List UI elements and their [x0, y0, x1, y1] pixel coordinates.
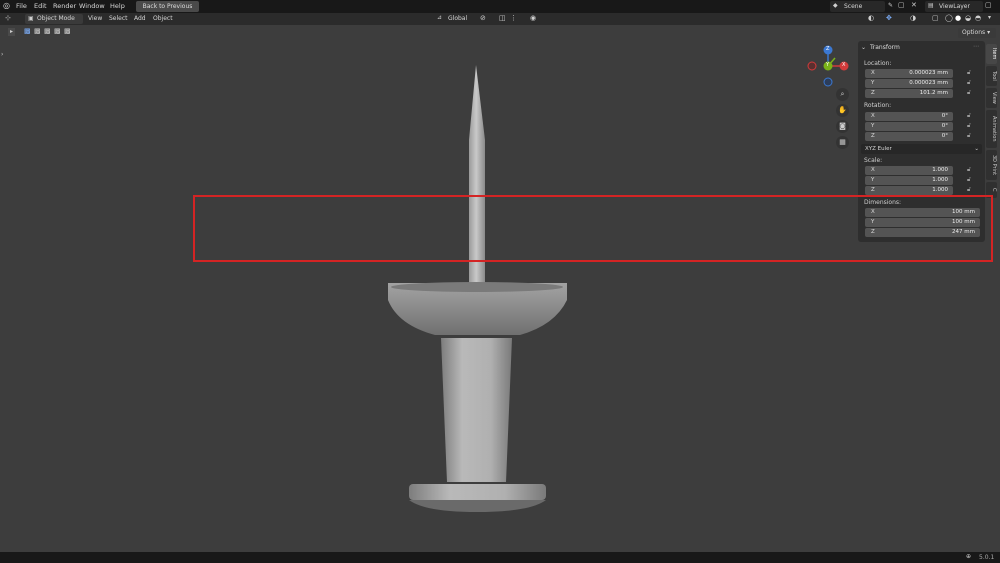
chevron-down-icon: ⌄ [974, 146, 979, 152]
gizmo-x-label: X [842, 62, 846, 68]
transform-header[interactable]: Transform [870, 44, 900, 51]
lock-icon[interactable]: 🔓︎ [967, 112, 971, 120]
location-z-field[interactable]: Z 101.2 mm [865, 89, 953, 98]
zoom-icon[interactable]: ⌕ [836, 88, 849, 101]
rotation-x-axis: X [871, 113, 875, 119]
location-label: Location: [864, 60, 892, 67]
scale-y-value: 1.000 [932, 177, 948, 183]
rotation-z-axis: Z [871, 133, 875, 139]
gizmo-z-label: Z [826, 46, 830, 52]
grid-view-icon[interactable]: ▦ [836, 136, 849, 149]
scale-y-axis: Y [871, 177, 875, 183]
rotation-y-axis: Y [871, 123, 875, 129]
scale-z-value: 1.000 [932, 187, 948, 193]
scale-z-axis: Z [871, 187, 875, 193]
scale-x-value: 1.000 [932, 167, 948, 173]
lock-icon[interactable]: 🔓︎ [967, 176, 971, 184]
location-x-value: 0.000023 mm [909, 70, 948, 76]
location-x-axis: X [871, 70, 875, 76]
version-label: 5.0.1 [979, 554, 995, 561]
scale-label: Scale: [864, 157, 883, 164]
lock-icon[interactable]: 🔓︎ [967, 69, 971, 77]
lock-icon[interactable]: 🔓︎ [967, 186, 971, 194]
camera-view-icon[interactable]: ◙ [836, 120, 849, 133]
tab-item[interactable]: Item [986, 44, 997, 64]
lock-icon[interactable]: 🔓︎ [967, 166, 971, 174]
scale-x-field[interactable]: X 1.000 [865, 166, 953, 175]
rotation-z-value: 0° [941, 133, 948, 139]
pan-hand-icon[interactable]: ✋ [836, 104, 849, 117]
gizmo-y-label: Y [826, 62, 830, 68]
rotation-x-field[interactable]: X 0° [865, 112, 953, 121]
rotation-z-field[interactable]: Z 0° [865, 132, 953, 141]
lock-icon[interactable]: 🔓︎ [967, 79, 971, 87]
location-y-value: 0.000023 mm [909, 80, 948, 86]
lock-icon[interactable]: 🔓︎ [967, 122, 971, 130]
rotation-mode-dropdown[interactable]: XYZ Euler ⌄ [861, 144, 982, 154]
location-y-axis: Y [871, 80, 875, 86]
location-x-field[interactable]: X 0.000023 mm [865, 69, 953, 78]
tab-tool[interactable]: Tool [986, 66, 997, 86]
n-panel-tabs: Item Tool View Animation 3D Print C [986, 41, 998, 201]
status-bar: ⊕ 5.0.1 [0, 552, 1000, 563]
location-z-value: 101.2 mm [919, 90, 948, 96]
location-y-field[interactable]: Y 0.000023 mm [865, 79, 953, 88]
rotation-y-value: 0° [941, 123, 948, 129]
tab-3d-print[interactable]: 3D Print [986, 150, 997, 180]
rotation-y-field[interactable]: Y 0° [865, 122, 953, 131]
location-z-axis: Z [871, 90, 875, 96]
scale-z-field[interactable]: Z 1.000 [865, 186, 953, 195]
scale-x-axis: X [871, 167, 875, 173]
rotation-mode-value: XYZ Euler [865, 146, 892, 152]
panel-drag-icon[interactable]: ⋯ [973, 43, 979, 50]
network-icon: ⊕ [966, 553, 972, 560]
tab-animation[interactable]: Animation [986, 110, 997, 148]
rotation-x-value: 0° [941, 113, 948, 119]
transform-collapse-icon[interactable]: ⌄ [861, 44, 866, 51]
lock-icon[interactable]: 🔓︎ [967, 89, 971, 97]
rotation-label: Rotation: [864, 102, 892, 109]
scale-y-field[interactable]: Y 1.000 [865, 176, 953, 185]
navigation-gizmo[interactable]: Z X Y [805, 44, 853, 90]
highlight-box [193, 195, 993, 262]
tab-view[interactable]: View [986, 88, 997, 108]
lock-icon[interactable]: 🔓︎ [967, 132, 971, 140]
